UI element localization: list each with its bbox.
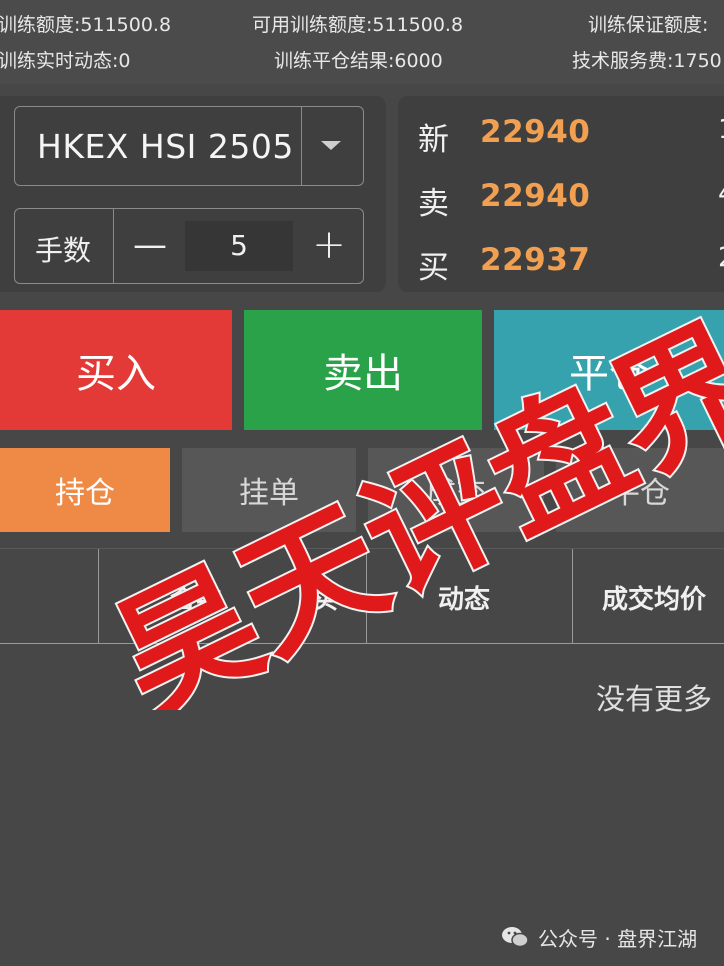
sell-button[interactable]: 卖出 — [244, 310, 482, 430]
training-quota: 训练额度:511500.8 — [0, 14, 172, 36]
buy-button[interactable]: 买入 — [0, 310, 232, 430]
bid-price: 22937 — [480, 242, 591, 278]
close-result: 训练平仓结果:6000 — [274, 50, 443, 72]
tab-orders[interactable]: 挂单 — [182, 448, 356, 532]
quote-row-ask: 卖 22940 4 — [418, 174, 724, 224]
chevron-down-icon[interactable] — [321, 141, 341, 150]
account-stats-bar: 训练额度:511500.8 可用训练额度:511500.8 训练保证额度: 训练… — [0, 0, 724, 84]
bid-label: 买 — [418, 250, 449, 286]
column-header-direction: 买 — [312, 585, 339, 615]
order-panel: HKEX HSI 2505 手数 — 5 + — [0, 96, 386, 292]
realtime-pnl: 训练实时动态:0 — [0, 50, 131, 72]
bid-qty: 2 — [718, 242, 724, 273]
available-quota: 可用训练额度:511500.8 — [252, 14, 464, 36]
tab-closed[interactable]: 平仓 — [556, 448, 724, 532]
wechat-icon — [502, 927, 529, 948]
increment-button[interactable]: + — [307, 219, 351, 271]
quote-row-last: 新 22940 1 — [418, 110, 724, 160]
last-price: 22940 — [480, 114, 591, 150]
column-header-pnl: 动态 — [438, 585, 491, 615]
tab-fills[interactable]: 成交 — [368, 448, 544, 532]
last-label: 新 — [418, 122, 449, 158]
quantity-label: 手数 — [35, 234, 92, 267]
symbol-select[interactable]: HKEX HSI 2505 — [14, 106, 364, 186]
footer-account: 公众号 · 盘界江湖 — [500, 920, 697, 954]
column-header-avg-price: 成交均价 — [602, 585, 707, 615]
decrement-button[interactable]: — — [127, 221, 173, 269]
column-separator — [98, 549, 99, 643]
footer-text: 公众号 · 盘界江湖 — [538, 926, 698, 951]
ask-qty: 4 — [718, 178, 724, 209]
service-fee: 技术服务费:1750 — [572, 50, 722, 72]
quantity-stepper: 手数 — 5 + — [14, 208, 364, 284]
empty-list-message: 没有更多 — [596, 682, 713, 716]
close-position-button[interactable]: 平仓 — [494, 310, 724, 430]
symbol-divider — [301, 107, 302, 185]
column-separator — [366, 549, 367, 643]
quantity-divider — [113, 209, 114, 283]
tab-positions[interactable]: 持仓 — [0, 448, 170, 532]
margin-quota: 训练保证额度: — [588, 14, 709, 36]
quote-row-bid: 买 22937 2 — [418, 238, 724, 288]
ask-price: 22940 — [480, 178, 591, 214]
positions-table-header: 合约 买 动态 成交均价 — [0, 548, 724, 644]
symbol-value: HKEX HSI 2505 — [37, 127, 294, 166]
column-separator — [572, 549, 573, 643]
quote-panel: 新 22940 1 卖 22940 4 买 22937 2 — [398, 96, 724, 292]
quantity-input[interactable]: 5 — [185, 221, 293, 271]
ask-label: 卖 — [418, 186, 449, 222]
last-qty: 1 — [718, 114, 724, 145]
column-separator — [302, 549, 303, 643]
column-header-contract: 合约 — [170, 585, 223, 615]
